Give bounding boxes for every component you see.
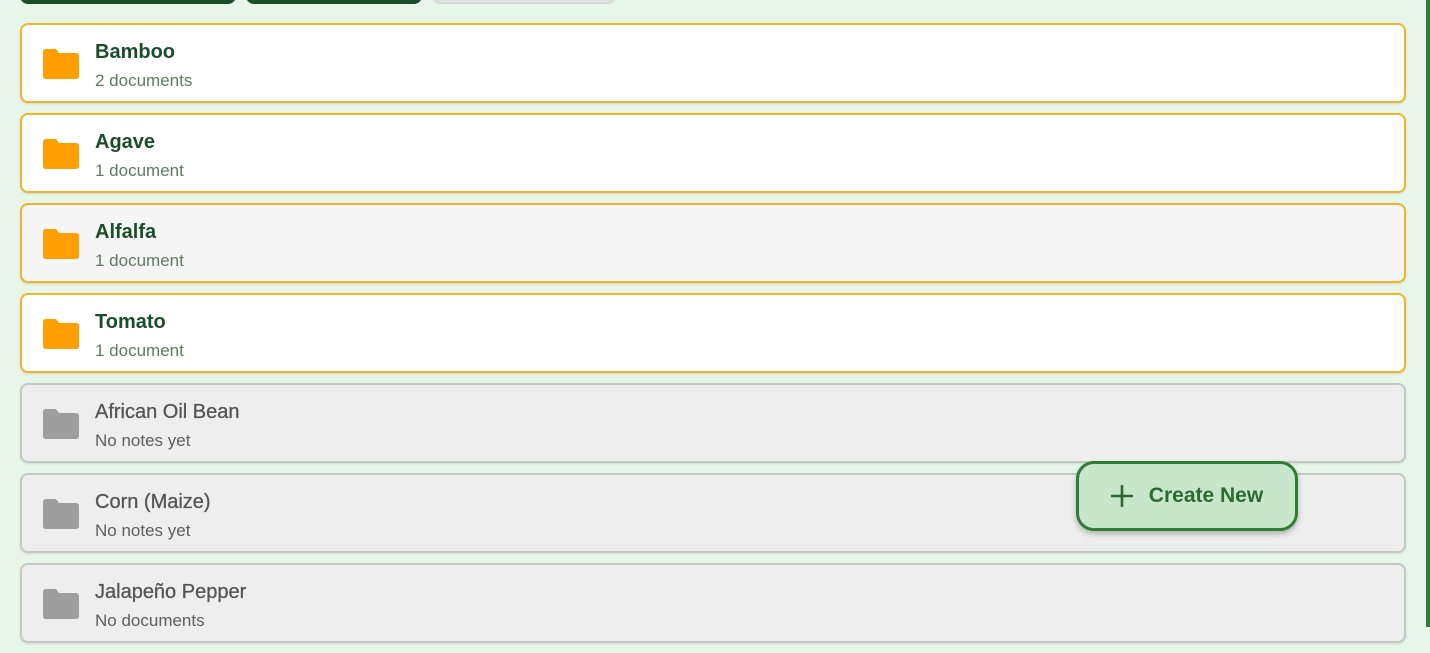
folder-icon <box>43 49 79 79</box>
right-edge-border <box>1426 0 1430 627</box>
top-tab-3[interactable] <box>432 0 616 4</box>
create-new-label: Create New <box>1148 484 1264 507</box>
folder-name: Tomato <box>95 311 166 333</box>
folder-icon <box>43 499 79 529</box>
create-new-button[interactable]: Create New <box>1076 461 1298 531</box>
top-tab-2[interactable] <box>246 0 422 4</box>
folder-name: African Oil Bean <box>95 401 240 423</box>
folder-item-alfalfa[interactable]: Alfalfa 1 document <box>20 203 1406 283</box>
plus-icon <box>1110 485 1133 507</box>
folder-icon <box>43 409 79 439</box>
top-tab-1[interactable] <box>20 0 236 4</box>
folder-icon <box>43 589 79 619</box>
folder-count: No notes yet <box>95 521 191 540</box>
folder-item-bamboo[interactable]: Bamboo 2 documents <box>20 23 1406 103</box>
folder-count: 1 document <box>95 251 184 270</box>
folder-count: 2 documents <box>95 71 193 90</box>
folder-name: Jalapeño Pepper <box>95 581 247 603</box>
folder-icon <box>43 139 79 169</box>
folder-item-african-oil-bean[interactable]: African Oil Bean No notes yet <box>20 383 1406 463</box>
folder-name: Bamboo <box>95 41 175 63</box>
folder-name: Alfalfa <box>95 221 157 243</box>
folder-count: No notes yet <box>95 431 191 450</box>
folder-icon <box>43 229 79 259</box>
folder-count: 1 document <box>95 341 184 360</box>
folder-icon <box>43 319 79 349</box>
folder-name: Agave <box>95 131 156 153</box>
folder-list: Bamboo 2 documents Agave 1 document Alfa… <box>20 23 1406 653</box>
folder-count: No documents <box>95 611 205 630</box>
folder-count: 1 document <box>95 161 184 180</box>
folder-item-tomato[interactable]: Tomato 1 document <box>20 293 1406 373</box>
folder-item-agave[interactable]: Agave 1 document <box>20 113 1406 193</box>
folder-name: Corn (Maize) <box>95 491 211 513</box>
folder-item-jalapeno-pepper[interactable]: Jalapeño Pepper No documents <box>20 563 1406 643</box>
